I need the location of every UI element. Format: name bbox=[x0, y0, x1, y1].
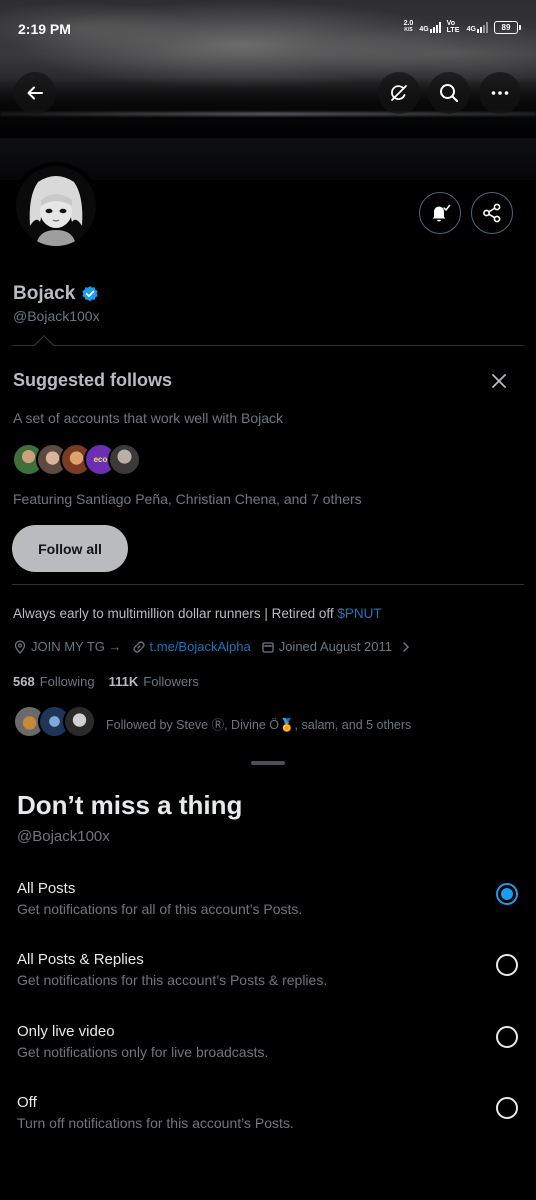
verified-badge-icon[interactable] bbox=[81, 285, 99, 303]
signal-1: 4G bbox=[419, 21, 441, 33]
display-name: Bojack bbox=[13, 283, 76, 304]
grok-icon bbox=[391, 85, 407, 101]
bio-text: Always early to multimillion dollar runn… bbox=[13, 606, 338, 621]
signal-bars-icon-2 bbox=[477, 21, 488, 33]
profile-handle: @Bojack100x bbox=[13, 308, 100, 324]
sheet-grabber[interactable] bbox=[251, 761, 285, 765]
calendar-icon bbox=[262, 641, 274, 653]
status-time: 2:19 PM bbox=[18, 21, 71, 37]
share-button[interactable] bbox=[471, 192, 513, 234]
followed-by-avatar-3 bbox=[63, 705, 96, 738]
display-name-row: Bojack bbox=[13, 283, 99, 305]
profile-bio: Always early to multimillion dollar runn… bbox=[13, 606, 382, 621]
notification-bell-icon bbox=[432, 204, 451, 222]
location-pin-icon bbox=[14, 639, 26, 654]
website-item[interactable]: t.me/BojackAlpha bbox=[132, 639, 251, 654]
option-title: Only live video bbox=[17, 1023, 115, 1040]
network-type-label-2: 4G bbox=[466, 25, 476, 33]
followers-count: 111K bbox=[108, 674, 139, 689]
suggested-top-divider bbox=[12, 345, 524, 346]
radio-button-selected[interactable] bbox=[496, 883, 518, 905]
search-button[interactable] bbox=[428, 72, 470, 114]
signal-2: 4G bbox=[466, 21, 488, 33]
volte-label: Vo LTE bbox=[446, 20, 460, 34]
location-text: JOIN MY TG → bbox=[31, 639, 122, 654]
option-only-live-video[interactable]: Only live video Get notifications only f… bbox=[0, 1023, 536, 1085]
following-count: 568 bbox=[13, 674, 35, 689]
bio-cashtag-link[interactable]: $PNUT bbox=[337, 606, 381, 621]
option-description: Turn off notifications for this account’… bbox=[17, 1115, 294, 1131]
battery-level: 89 bbox=[501, 22, 511, 32]
suggested-featuring: Featuring Santiago Peña, Christian Chena… bbox=[13, 491, 362, 507]
radio-button[interactable] bbox=[496, 954, 518, 976]
suggested-bottom-divider bbox=[12, 584, 524, 585]
joined-text: Joined August 2011 bbox=[278, 639, 392, 654]
follow-all-button[interactable]: Follow all bbox=[12, 525, 128, 572]
profile-meta-row: JOIN MY TG → t.me/BojackAlpha Joined Aug… bbox=[13, 639, 422, 654]
location-item: JOIN MY TG → bbox=[13, 639, 122, 654]
back-button[interactable] bbox=[14, 72, 56, 114]
option-off[interactable]: Off Turn off notifications for this acco… bbox=[0, 1094, 536, 1156]
status-bar: 2:19 PM 2.0 K/S 4G Vo LTE 4G 89 bbox=[0, 0, 536, 58]
option-title: All Posts bbox=[17, 880, 76, 897]
avatar-character-image bbox=[16, 166, 96, 246]
option-description: Get notifications for this account’s Pos… bbox=[17, 972, 328, 988]
followers-label: Followers bbox=[143, 674, 199, 689]
following-count-link[interactable]: 568 Following bbox=[13, 674, 95, 689]
network-type-label: 4G bbox=[419, 25, 429, 33]
sheet-title: Don’t miss a thing bbox=[17, 790, 243, 820]
grok-button[interactable] bbox=[378, 72, 420, 114]
option-title: All Posts & Replies bbox=[17, 951, 144, 968]
suggested-avatar-4-label: eco bbox=[93, 455, 108, 464]
more-icon bbox=[491, 91, 509, 95]
sheet-handle: @Bojack100x bbox=[17, 828, 110, 845]
option-all-posts[interactable]: All Posts Get notifications for all of t… bbox=[0, 880, 536, 942]
net-speed-value: 2.0 bbox=[403, 20, 414, 27]
option-title: Off bbox=[17, 1094, 37, 1111]
option-description: Get notifications for all of this accoun… bbox=[17, 901, 303, 917]
notifications-bell-button[interactable] bbox=[419, 192, 461, 234]
following-label: Following bbox=[39, 674, 95, 689]
notification-settings-sheet: Don’t miss a thing @Bojack100x All Posts… bbox=[0, 752, 536, 1200]
link-icon bbox=[132, 640, 145, 653]
net-speed-unit: K/S bbox=[404, 27, 413, 33]
chevron-right-icon[interactable] bbox=[400, 641, 412, 653]
net-speed-indicator: 2.0 K/S bbox=[404, 20, 414, 34]
battery-icon: 89 bbox=[494, 20, 521, 34]
profile-avatar[interactable] bbox=[12, 162, 100, 250]
suggested-avatar-5 bbox=[108, 443, 141, 476]
suggested-follows-title: Suggested follows bbox=[13, 370, 173, 390]
suggested-pointer bbox=[34, 335, 54, 355]
search-icon bbox=[440, 84, 458, 102]
joined-item: Joined August 2011 bbox=[261, 639, 412, 654]
website-link[interactable]: t.me/BojackAlpha bbox=[150, 639, 251, 654]
suggested-follows-subtitle: A set of accounts that work well with Bo… bbox=[13, 410, 284, 426]
more-button[interactable] bbox=[479, 72, 521, 114]
status-icons: 2.0 K/S 4G Vo LTE 4G 89 bbox=[404, 20, 521, 34]
suggested-close-button[interactable] bbox=[488, 370, 510, 392]
radio-button[interactable] bbox=[496, 1097, 518, 1119]
back-arrow-icon bbox=[27, 86, 43, 100]
radio-button[interactable] bbox=[496, 1026, 518, 1048]
share-icon bbox=[483, 203, 501, 223]
option-description: Get notifications only for live broadcas… bbox=[17, 1044, 269, 1060]
followers-count-link[interactable]: 111K Followers bbox=[109, 674, 199, 689]
option-all-posts-replies[interactable]: All Posts & Replies Get notifications fo… bbox=[0, 951, 536, 1013]
followed-by-text[interactable]: Followed by Steve Ⓡ, Divine Ö🏅, salam, a… bbox=[106, 714, 411, 733]
follow-counts: 568 Following 111K Followers bbox=[13, 674, 199, 689]
close-icon bbox=[492, 374, 506, 388]
signal-bars-icon bbox=[429, 21, 441, 33]
